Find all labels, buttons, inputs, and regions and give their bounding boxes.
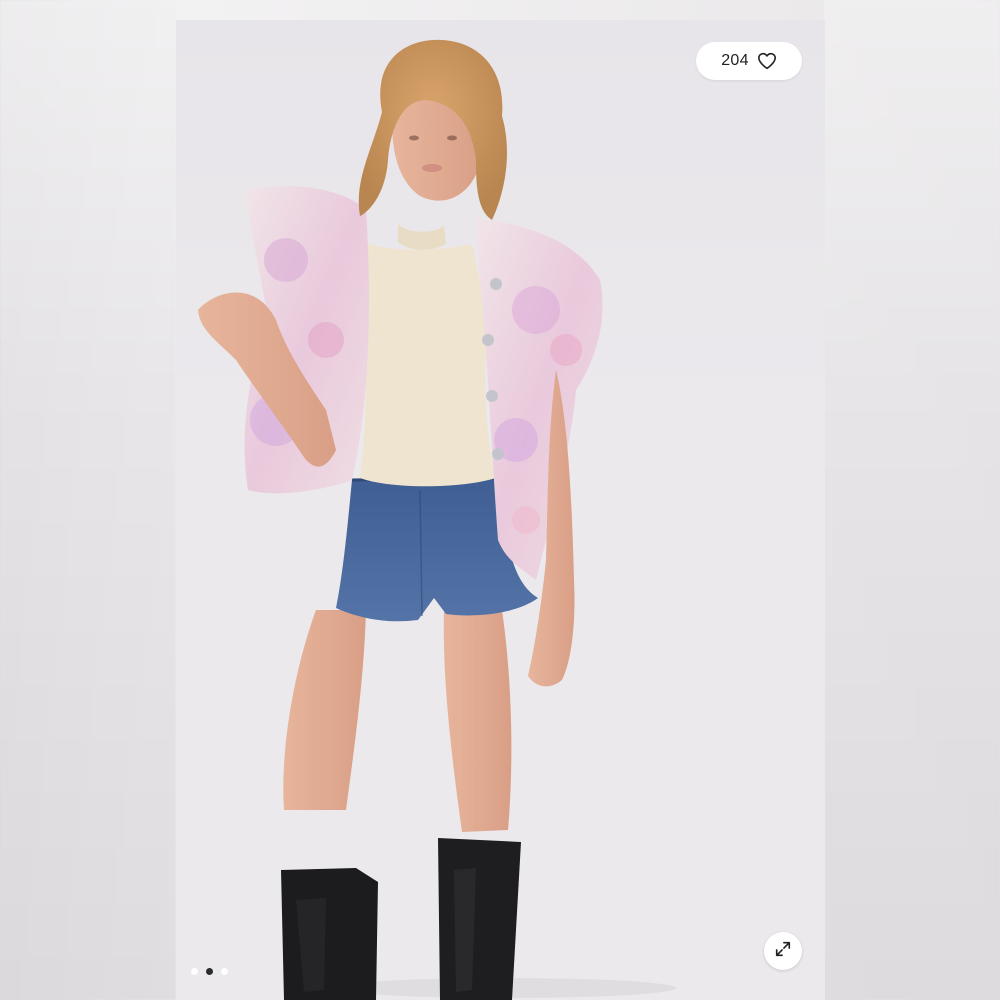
- expand-image-button[interactable]: [764, 932, 802, 970]
- blurred-background-right: [824, 0, 1000, 1000]
- product-photo: [198, 39, 676, 1000]
- pagination-dot-1[interactable]: [191, 968, 198, 975]
- likes-button[interactable]: 204: [696, 42, 802, 80]
- pagination-dot-3[interactable]: [221, 968, 228, 975]
- blurred-background-left: [0, 0, 176, 1000]
- product-image-viewer[interactable]: 204: [176, 20, 825, 1000]
- image-pagination-dots: [191, 968, 228, 975]
- expand-arrows-icon: [774, 940, 792, 963]
- heart-outline-icon: [757, 52, 777, 70]
- likes-count: 204: [721, 52, 749, 69]
- pagination-dot-2-active[interactable]: [206, 968, 213, 975]
